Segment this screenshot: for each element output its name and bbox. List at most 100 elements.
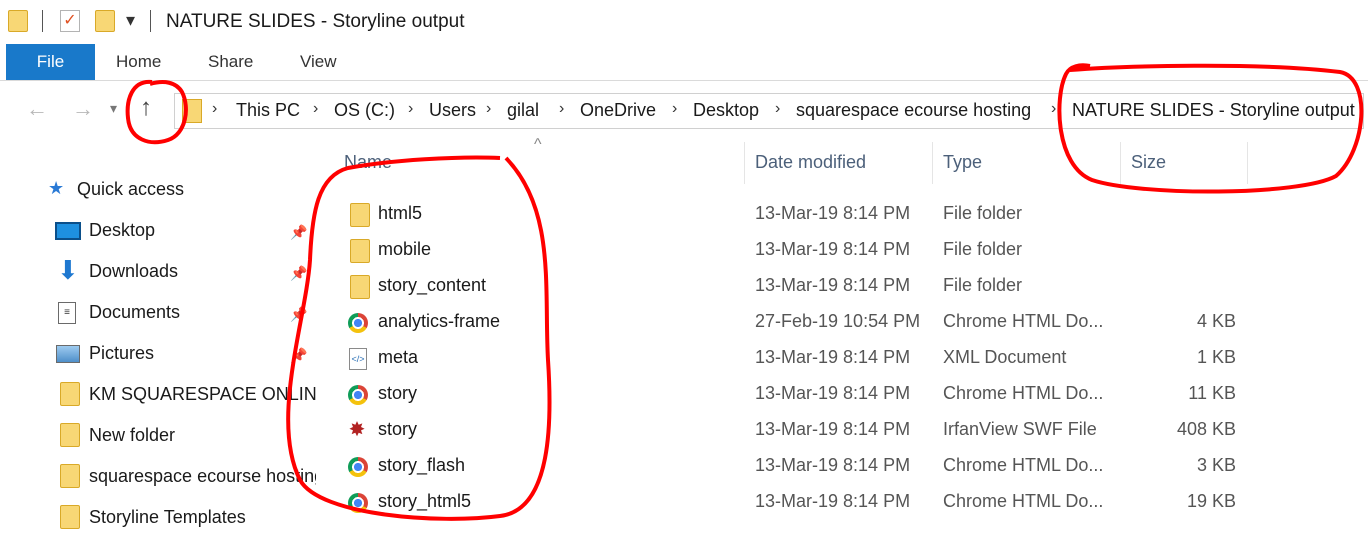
- chevron-right-icon[interactable]: ›: [672, 100, 677, 118]
- sidebar-item-documents[interactable]: Documents: [89, 302, 180, 323]
- file-date: 27-Feb-19 10:54 PM: [755, 311, 921, 331]
- folder-icon: [60, 464, 80, 488]
- file-size: 408 KB: [1176, 419, 1236, 439]
- file-type: Chrome HTML Do...: [943, 455, 1104, 475]
- qat-customize-icon[interactable]: ▾: [126, 10, 135, 31]
- swf-file-icon: ✸: [348, 419, 366, 441]
- file-size: 3 KB: [1196, 455, 1236, 475]
- breadcrumb-users[interactable]: Users: [429, 100, 476, 121]
- recent-locations-chevron-icon[interactable]: ▾: [110, 100, 117, 117]
- pin-icon[interactable]: 📌: [290, 306, 307, 323]
- pin-icon[interactable]: 📌: [290, 347, 307, 364]
- breadcrumb-desktop[interactable]: Desktop: [693, 100, 759, 121]
- tab-file[interactable]: File: [6, 44, 95, 80]
- folder-icon: [350, 239, 370, 263]
- tab-share[interactable]: Share: [208, 52, 253, 72]
- address-folder-icon: [182, 99, 202, 123]
- table-row[interactable]: story 13-Mar-19 8:14 PM Chrome HTML Do..…: [340, 380, 1250, 410]
- sidebar-item-new-folder[interactable]: New folder: [89, 425, 175, 446]
- file-list: html5 13-Mar-19 8:14 PM File folder mobi…: [340, 200, 1340, 530]
- sidebar-item-storyline-templates[interactable]: Storyline Templates: [89, 507, 246, 528]
- folder-icon: [350, 203, 370, 227]
- chevron-right-icon[interactable]: ›: [408, 100, 413, 118]
- sidebar-item-squarespace-ecourse-hosting[interactable]: squarespace ecourse hosting: [89, 466, 316, 487]
- chrome-icon: [348, 457, 368, 477]
- file-date: 13-Mar-19 8:14 PM: [755, 275, 911, 295]
- column-divider[interactable]: [1120, 142, 1121, 184]
- file-type: IrfanView SWF File: [943, 419, 1097, 439]
- forward-arrow-icon[interactable]: →: [72, 96, 94, 122]
- column-divider[interactable]: [932, 142, 933, 184]
- desktop-icon: [55, 222, 81, 240]
- qat-folder-icon[interactable]: [8, 10, 28, 32]
- table-row[interactable]: story_content 13-Mar-19 8:14 PM File fol…: [340, 272, 1250, 302]
- sidebar-item-km-squarespace-online[interactable]: KM SQUARESPACE ONLINE: [89, 384, 316, 405]
- sidebar-folder-list: KM SQUARESPACE ONLINE New folder squares…: [0, 380, 316, 540]
- file-name[interactable]: story_content: [378, 275, 486, 296]
- qat-new-folder-icon[interactable]: [95, 10, 115, 32]
- file-name[interactable]: story_html5: [378, 491, 471, 512]
- file-size: 1 KB: [1196, 347, 1236, 367]
- breadcrumb-squarespace-ecourse-hosting[interactable]: squarespace ecourse hosting: [796, 100, 1031, 121]
- folder-icon: [60, 382, 80, 406]
- pin-icon[interactable]: 📌: [290, 265, 307, 282]
- file-name[interactable]: mobile: [378, 239, 431, 260]
- table-row[interactable]: ✸ story 13-Mar-19 8:14 PM IrfanView SWF …: [340, 416, 1250, 446]
- sidebar-quick-access[interactable]: Quick access: [77, 179, 184, 200]
- sidebar-item-desktop[interactable]: Desktop: [89, 220, 155, 241]
- file-name[interactable]: html5: [378, 203, 422, 224]
- breadcrumb-current-folder[interactable]: NATURE SLIDES - Storyline output: [1072, 100, 1355, 121]
- file-size: 19 KB: [1186, 491, 1236, 511]
- chevron-right-icon[interactable]: ›: [559, 100, 564, 118]
- download-arrow-icon: ⬇: [57, 255, 79, 285]
- table-row[interactable]: story_html5 13-Mar-19 8:14 PM Chrome HTM…: [340, 488, 1250, 518]
- breadcrumb-onedrive[interactable]: OneDrive: [580, 100, 656, 121]
- chevron-right-icon[interactable]: ›: [1051, 100, 1056, 118]
- table-row[interactable]: </> meta 13-Mar-19 8:14 PM XML Document …: [340, 344, 1250, 374]
- tab-view[interactable]: View: [300, 52, 337, 72]
- xml-file-icon: </>: [349, 348, 367, 370]
- breadcrumb-os-c[interactable]: OS (C:): [334, 100, 395, 121]
- table-row[interactable]: html5 13-Mar-19 8:14 PM File folder: [340, 200, 1250, 230]
- chrome-icon: [348, 493, 368, 513]
- file-name[interactable]: analytics-frame: [378, 311, 500, 332]
- sidebar-item-downloads[interactable]: Downloads: [89, 261, 178, 282]
- file-size: 11 KB: [1188, 383, 1236, 403]
- qat-separator: [150, 10, 151, 32]
- file-type: File folder: [943, 239, 1023, 259]
- file-date: 13-Mar-19 8:14 PM: [755, 347, 911, 367]
- table-row[interactable]: story_flash 13-Mar-19 8:14 PM Chrome HTM…: [340, 452, 1250, 482]
- column-header-date-modified[interactable]: Date modified: [755, 152, 866, 173]
- column-divider[interactable]: [744, 142, 745, 184]
- breadcrumb-gilal[interactable]: gilal: [507, 100, 539, 121]
- ribbon-divider: [0, 80, 1368, 81]
- column-header-name[interactable]: Name: [344, 152, 392, 173]
- chevron-right-icon[interactable]: ›: [486, 100, 491, 118]
- folder-icon: [60, 505, 80, 529]
- table-row[interactable]: mobile 13-Mar-19 8:14 PM File folder: [340, 236, 1250, 266]
- file-date: 13-Mar-19 8:14 PM: [755, 203, 911, 223]
- file-date: 13-Mar-19 8:14 PM: [755, 419, 911, 439]
- file-name[interactable]: meta: [378, 347, 418, 368]
- file-name[interactable]: story: [378, 419, 417, 440]
- qat-properties-icon[interactable]: ✓: [60, 10, 80, 32]
- pin-icon[interactable]: 📌: [290, 224, 307, 241]
- file-date: 13-Mar-19 8:14 PM: [755, 455, 911, 475]
- column-header-size[interactable]: Size: [1131, 152, 1166, 173]
- file-name[interactable]: story: [378, 383, 417, 404]
- chevron-right-icon[interactable]: ›: [775, 100, 780, 118]
- chevron-right-icon[interactable]: ›: [313, 100, 318, 118]
- back-arrow-icon[interactable]: ←: [26, 96, 48, 122]
- tab-home[interactable]: Home: [116, 52, 161, 72]
- sidebar-item-pictures[interactable]: Pictures: [89, 343, 154, 364]
- column-divider[interactable]: [1247, 142, 1248, 184]
- file-type: Chrome HTML Do...: [943, 491, 1104, 511]
- up-arrow-icon[interactable]: ↑: [140, 94, 152, 122]
- chrome-icon: [348, 313, 368, 333]
- file-name[interactable]: story_flash: [378, 455, 465, 476]
- column-header-type[interactable]: Type: [943, 152, 982, 173]
- chevron-right-icon[interactable]: ›: [212, 100, 217, 118]
- folder-icon: [350, 275, 370, 299]
- breadcrumb-this-pc[interactable]: This PC: [236, 100, 300, 121]
- table-row[interactable]: analytics-frame 27-Feb-19 10:54 PM Chrom…: [340, 308, 1250, 338]
